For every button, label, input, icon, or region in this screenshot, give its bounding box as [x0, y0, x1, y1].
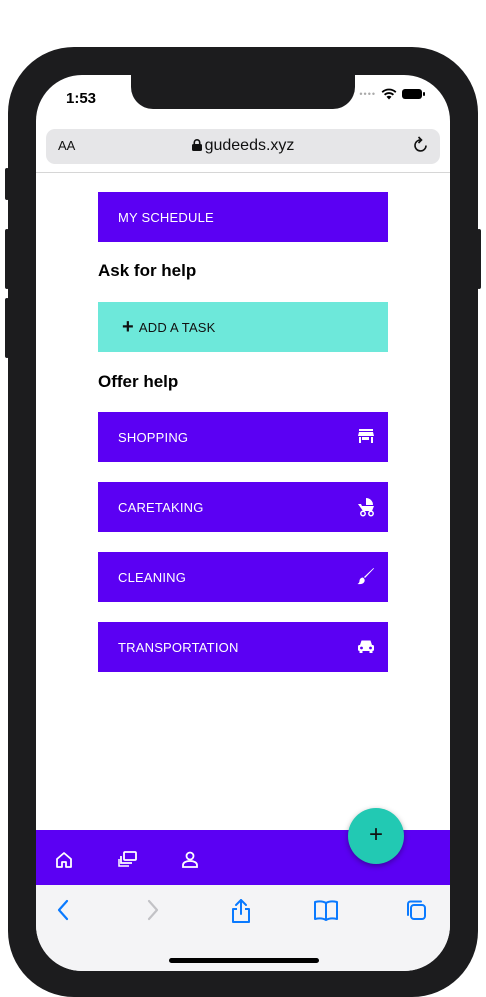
lock-icon	[191, 139, 202, 151]
add-task-button[interactable]: + ADD A TASK	[98, 302, 388, 352]
transportation-label: TRANSPORTATION	[118, 639, 239, 655]
tabs-icon[interactable]	[404, 898, 428, 922]
back-icon[interactable]	[56, 898, 70, 922]
add-task-label: ADD A TASK	[138, 319, 216, 335]
cleaning-button[interactable]: CLEANING	[98, 552, 388, 602]
address-bar[interactable]: AA gudeeds.xyz	[46, 129, 440, 164]
notch	[131, 75, 355, 109]
browser-separator	[36, 172, 450, 173]
wifi-icon	[381, 88, 397, 100]
battery-icon	[402, 89, 425, 99]
bookmarks-icon[interactable]	[313, 898, 339, 922]
screen: 1:53 •••• AA gudeeds.xyz MY SCHEDULE Ask…	[36, 75, 450, 971]
brush-icon	[357, 568, 374, 585]
url-text: gudeeds.xyz	[204, 137, 295, 154]
mute-switch	[5, 168, 9, 200]
forward-icon[interactable]	[146, 898, 160, 922]
my-schedule-button[interactable]: MY SCHEDULE	[98, 192, 388, 242]
status-icons: ••••	[359, 88, 425, 100]
shopping-button[interactable]: SHOPPING	[98, 412, 388, 462]
car-icon	[358, 640, 374, 653]
url-display[interactable]: gudeeds.xyz	[46, 137, 440, 155]
offer-help-heading: Offer help	[98, 372, 179, 391]
status-time: 1:53	[66, 90, 97, 107]
home-indicator	[169, 958, 319, 963]
transportation-button[interactable]: TRANSPORTATION	[98, 622, 388, 672]
caretaking-button[interactable]: CARETAKING	[98, 482, 388, 532]
caretaking-label: CARETAKING	[118, 499, 204, 515]
reload-icon[interactable]	[412, 135, 430, 155]
profile-icon[interactable]	[180, 850, 200, 870]
tasks-icon[interactable]	[118, 850, 138, 870]
plus-icon: +	[122, 316, 134, 338]
stroller-icon	[358, 498, 374, 517]
cleaning-label: CLEANING	[118, 569, 187, 585]
shopping-label: SHOPPING	[118, 429, 189, 445]
volume-up-button	[5, 229, 9, 289]
ask-help-heading: Ask for help	[98, 261, 197, 280]
power-button	[477, 229, 481, 289]
store-icon	[358, 429, 374, 443]
add-fab-button[interactable]: +	[348, 808, 404, 864]
signal-icon: ••••	[359, 89, 376, 99]
home-icon[interactable]	[54, 850, 74, 870]
share-icon[interactable]	[230, 898, 252, 924]
my-schedule-label: MY SCHEDULE	[118, 209, 214, 225]
volume-down-button	[5, 298, 9, 358]
